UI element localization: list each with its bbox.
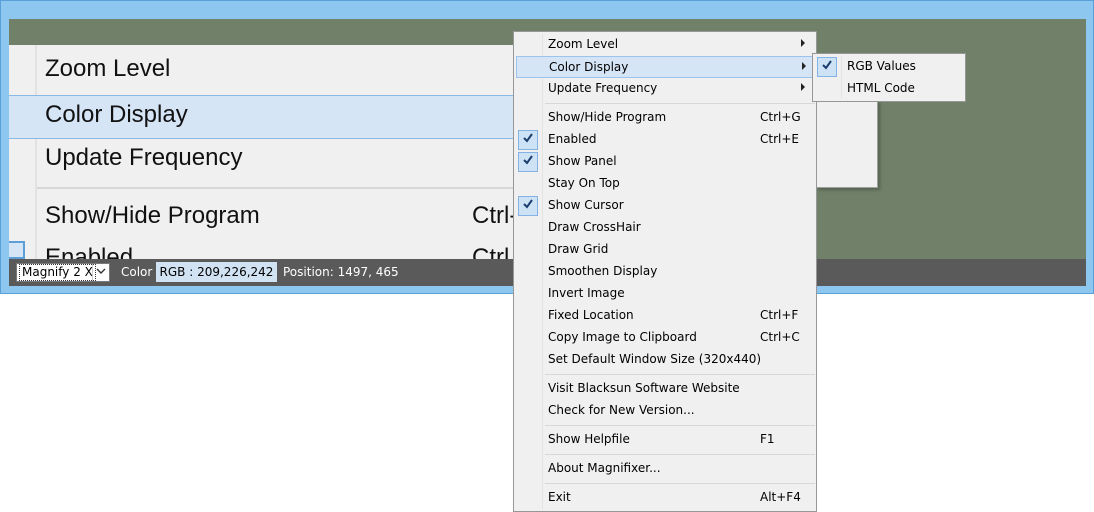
menu-item-about[interactable]: About Magnifixer... — [516, 458, 814, 480]
zoom-select[interactable]: Magnify 2 X — [16, 263, 110, 282]
magnified-check-box — [9, 241, 25, 259]
magnified-gutter-line — [35, 45, 37, 259]
position-readout: Position: 1497, 465 — [283, 265, 399, 279]
menu-item-visit-website[interactable]: Visit Blacksun Software Website — [516, 378, 814, 400]
menu-item-label: Visit Blacksun Software Website — [548, 381, 740, 395]
menu-item-label: About Magnifixer... — [548, 461, 661, 475]
color-label: Color — [121, 265, 153, 279]
menu-item-smoothen-display[interactable]: Smoothen Display — [516, 261, 814, 283]
menu-item-zoom-level[interactable]: Zoom Level — [516, 34, 814, 56]
menu-item-shortcut: Ctrl+F — [760, 308, 799, 322]
submenu-item-html-code[interactable]: HTML Code — [815, 78, 965, 100]
checkmark-icon — [518, 152, 538, 172]
magnified-update-frequency-text: Update Frequency — [45, 144, 243, 171]
menu-item-shortcut: Ctrl+E — [760, 132, 799, 146]
menu-item-update-frequency[interactable]: Update Frequency — [516, 78, 814, 100]
menu-separator — [545, 425, 815, 426]
color-display-submenu: RGB Values HTML Code — [812, 53, 966, 102]
menu-item-label: Stay On Top — [548, 176, 620, 190]
menu-item-label: Update Frequency — [548, 81, 658, 95]
chevron-down-icon[interactable] — [92, 264, 109, 281]
menu-item-shortcut: Alt+F4 — [760, 490, 801, 504]
menu-item-enabled[interactable]: Enabled Ctrl+E — [516, 129, 814, 151]
menu-item-copy-image[interactable]: Copy Image to Clipboard Ctrl+C — [516, 327, 814, 349]
menu-item-label: Draw CrossHair — [548, 220, 641, 234]
menu-item-label: Color Display — [549, 60, 629, 74]
magnified-separator — [37, 187, 519, 189]
menu-item-shortcut: Ctrl+C — [760, 330, 800, 344]
menu-item-label: Exit — [548, 490, 571, 504]
menu-item-exit[interactable]: Exit Alt+F4 — [516, 487, 814, 509]
menu-item-label: Draw Grid — [548, 242, 609, 256]
menu-item-check-version[interactable]: Check for New Version... — [516, 400, 814, 422]
magnified-menu-image: Zoom Level Color Display Update Frequenc… — [9, 45, 520, 259]
background-window — [816, 100, 878, 188]
magnified-show-hide-text: Show/Hide Program — [45, 202, 260, 229]
zoom-select-value: Magnify 2 X — [19, 264, 96, 281]
menu-item-stay-on-top[interactable]: Stay On Top — [516, 173, 814, 195]
menu-item-label: Check for New Version... — [548, 403, 695, 417]
menu-item-label: Copy Image to Clipboard — [548, 330, 697, 344]
menu-item-color-display[interactable]: Color Display — [516, 56, 814, 78]
menu-item-show-cursor[interactable]: Show Cursor — [516, 195, 814, 217]
menu-item-show-helpfile[interactable]: Show Helpfile F1 — [516, 429, 814, 451]
menu-separator — [545, 374, 815, 375]
menu-item-fixed-location[interactable]: Fixed Location Ctrl+F — [516, 305, 814, 327]
magnified-enabled-shortcut: Ctrl — [472, 244, 510, 259]
menu-item-show-panel[interactable]: Show Panel — [516, 151, 814, 173]
menu-item-shortcut: Ctrl+G — [760, 110, 801, 124]
chevron-right-icon — [801, 60, 807, 76]
menu-item-label: Show/Hide Program — [548, 110, 667, 124]
submenu-item-rgb-values[interactable]: RGB Values — [815, 56, 965, 78]
magnified-color-display-text: Color Display — [45, 101, 188, 128]
menu-separator — [545, 483, 815, 484]
chevron-right-icon — [800, 81, 806, 97]
menu-separator — [545, 454, 815, 455]
chevron-right-icon — [800, 37, 806, 53]
menu-item-label: Set Default Window Size (320x440) — [548, 352, 762, 366]
magnified-zoom-level-text: Zoom Level — [45, 55, 171, 82]
menu-item-label: Show Cursor — [548, 198, 624, 212]
checkmark-icon — [817, 57, 837, 77]
menu-item-label: Smoothen Display — [548, 264, 658, 278]
submenu-item-label: RGB Values — [847, 59, 916, 73]
menu-item-label: Enabled — [548, 132, 597, 146]
menu-item-label: Fixed Location — [548, 308, 634, 322]
menu-item-label: Zoom Level — [548, 37, 619, 51]
menu-item-draw-grid[interactable]: Draw Grid — [516, 239, 814, 261]
magnified-show-hide-shortcut: Ctrl- — [472, 202, 518, 229]
checkmark-icon — [518, 130, 538, 150]
menu-item-invert-image[interactable]: Invert Image — [516, 283, 814, 305]
menu-item-label: Invert Image — [548, 286, 625, 300]
menu-item-label: Show Panel — [548, 154, 617, 168]
menu-item-show-hide-program[interactable]: Show/Hide Program Ctrl+G — [516, 107, 814, 129]
magnified-enabled-text: Enabled — [45, 244, 134, 259]
menu-separator — [545, 103, 815, 104]
menu-item-label: Show Helpfile — [548, 432, 630, 446]
context-menu: Zoom Level Color Display Update Frequenc… — [513, 31, 817, 512]
checkmark-icon — [518, 196, 538, 216]
menu-item-set-default-window-size[interactable]: Set Default Window Size (320x440) — [516, 349, 814, 371]
menu-item-shortcut: F1 — [760, 432, 775, 446]
rgb-value-box: RGB : 209,226,242 — [156, 262, 277, 282]
submenu-item-label: HTML Code — [847, 81, 915, 95]
menu-item-draw-crosshair[interactable]: Draw CrossHair — [516, 217, 814, 239]
